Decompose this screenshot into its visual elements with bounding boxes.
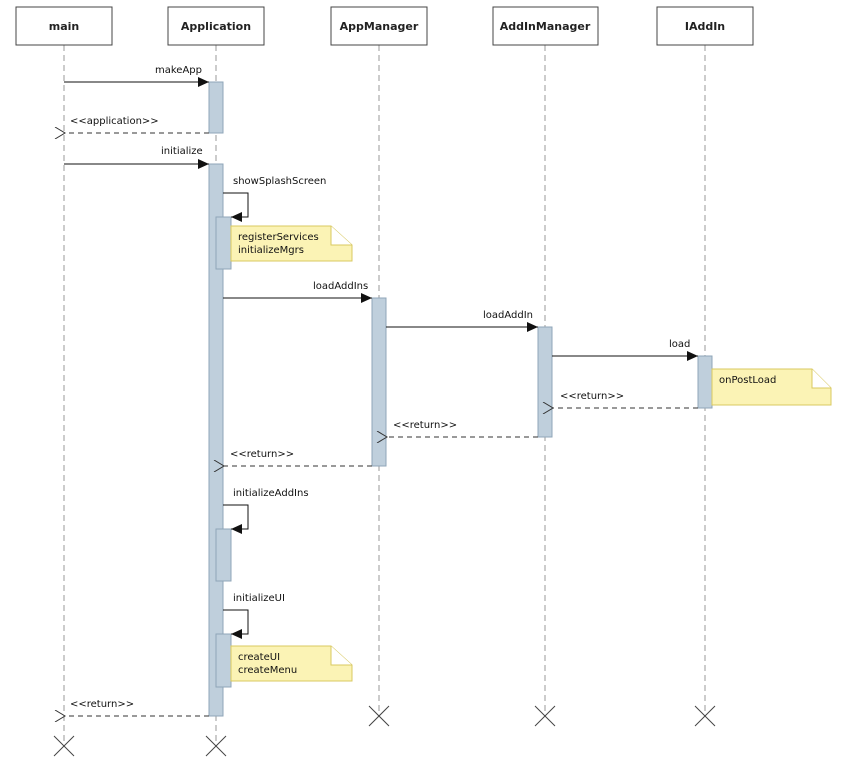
return-label-addinmanager: <<return>> bbox=[393, 420, 457, 431]
participant-appmanager[interactable]: AppManager bbox=[330, 6, 428, 46]
sequence-diagram: main Application AppManager AddInManager… bbox=[15, 6, 832, 757]
note-line: createUI bbox=[238, 652, 280, 663]
message-label-makeapp: makeApp bbox=[155, 65, 202, 76]
message-label-loadaddins: loadAddIns bbox=[313, 281, 368, 292]
note-postload: onPostLoad bbox=[711, 368, 832, 406]
activation-application-splash bbox=[215, 216, 232, 270]
note-line: initializeMgrs bbox=[238, 245, 304, 256]
participant-addinmanager[interactable]: AddInManager bbox=[492, 6, 599, 46]
self-message-initializeui bbox=[223, 609, 249, 639]
participant-main[interactable]: main bbox=[15, 6, 113, 46]
message-label-initializeui: initializeUI bbox=[233, 593, 285, 604]
note-splash: registerServices initializeMgrs bbox=[230, 225, 353, 262]
participant-label: IAddIn bbox=[685, 20, 725, 33]
participant-iaddin[interactable]: IAddIn bbox=[656, 6, 754, 46]
return-label-iaddin: <<return>> bbox=[560, 391, 624, 402]
message-label-initialize: initialize bbox=[161, 146, 203, 157]
self-message-showsplashscreen bbox=[223, 192, 249, 222]
message-label-showsplashscreen: showSplashScreen bbox=[233, 176, 326, 187]
return-label-application: <<application>> bbox=[70, 116, 159, 127]
message-label-initializeaddins: initializeAddIns bbox=[233, 488, 309, 499]
activation-appmanager bbox=[371, 297, 387, 467]
self-message-initializeaddins bbox=[223, 504, 249, 534]
note-line: registerServices bbox=[238, 232, 319, 243]
activation-application-initaddins bbox=[215, 528, 232, 582]
activation-application-makeapp bbox=[208, 81, 224, 134]
return-label-main: <<return>> bbox=[70, 699, 134, 710]
note-ui: createUI createMenu bbox=[230, 645, 353, 682]
participant-application[interactable]: Application bbox=[167, 6, 265, 46]
return-label-appmanager: <<return>> bbox=[230, 449, 294, 460]
message-label-load: load bbox=[669, 339, 690, 350]
activation-addinmanager bbox=[537, 326, 553, 438]
participant-label: AppManager bbox=[340, 20, 419, 33]
note-line: onPostLoad bbox=[719, 375, 776, 386]
note-line: createMenu bbox=[238, 665, 297, 676]
participant-label: main bbox=[49, 20, 80, 33]
message-label-loadaddin: loadAddIn bbox=[483, 310, 533, 321]
participant-label: Application bbox=[181, 20, 251, 33]
participant-label: AddInManager bbox=[500, 20, 591, 33]
activation-application-initui bbox=[215, 633, 232, 688]
activation-iaddin bbox=[697, 355, 713, 409]
